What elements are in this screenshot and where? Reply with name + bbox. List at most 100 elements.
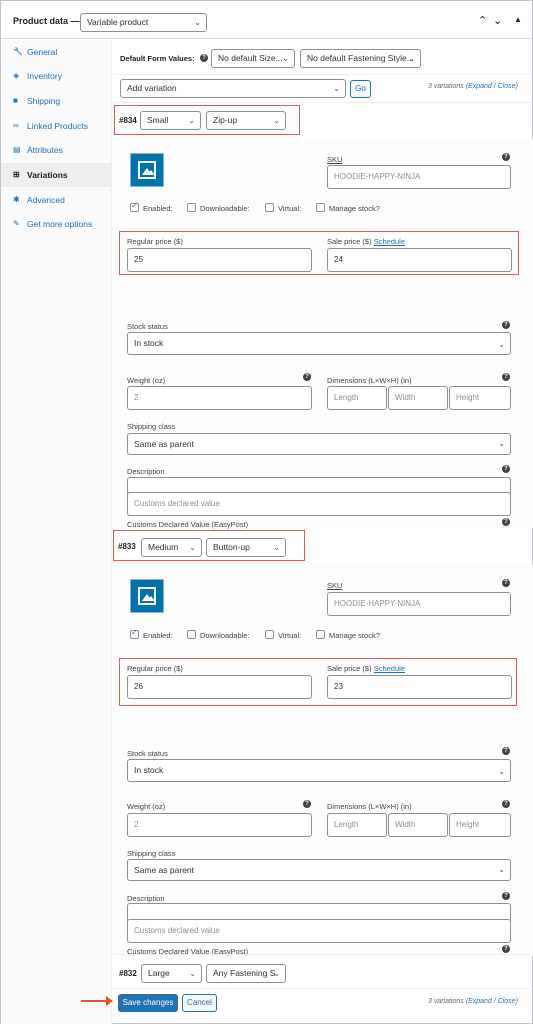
sidebar-item-label: Attributes xyxy=(27,145,63,155)
expand-link[interactable]: Expand xyxy=(468,83,492,90)
shipping-class-label: Shipping class xyxy=(127,849,176,858)
width-input[interactable]: Width xyxy=(388,386,448,410)
save-changes-button[interactable]: Save changes xyxy=(118,994,178,1012)
plugin-icon: ✎ xyxy=(13,219,20,228)
chevron-down-icon: ⌄ xyxy=(408,54,415,63)
chevron-down-icon: ⌄ xyxy=(273,543,280,552)
list-icon: ▤ xyxy=(13,145,21,154)
close-link[interactable]: Close xyxy=(498,83,516,90)
weight-input[interactable]: 2 xyxy=(127,813,312,837)
stock-status-label: Stock status xyxy=(127,322,168,331)
regular-price-input[interactable]: 26 xyxy=(127,675,312,699)
sidebar-item-shipping[interactable]: ■ Shipping xyxy=(1,89,112,113)
go-button[interactable]: Go xyxy=(350,80,371,98)
regular-price-label: Regular price ($) xyxy=(127,664,183,673)
variation-size-select[interactable]: Small ⌄ xyxy=(140,111,201,130)
enabled-checkbox[interactable] xyxy=(130,628,139,639)
variation-size-select[interactable]: Large ⌄ xyxy=(141,964,202,983)
sku-input[interactable]: HOODIE-HAPPY-NINJA xyxy=(327,165,511,189)
sale-price-label: Sale price ($) Schedule xyxy=(327,237,405,246)
enabled-label: Enabled: xyxy=(143,631,173,640)
variation-style-select[interactable]: Zip-up ⌄ xyxy=(206,111,286,130)
shipping-class-value: Same as parent xyxy=(134,439,195,449)
variation-style-value: Button-up xyxy=(213,542,250,552)
chevron-down-icon: ⌄ xyxy=(273,116,280,125)
chevron-up-icon[interactable]: ⌃ xyxy=(478,14,487,27)
virtual-checkbox[interactable] xyxy=(265,630,274,639)
sale-price-input[interactable]: 23 xyxy=(327,675,512,699)
arrow-right-icon xyxy=(81,996,113,1006)
manage-stock-checkbox[interactable] xyxy=(316,203,325,212)
schedule-link[interactable]: Schedule xyxy=(374,237,405,246)
stock-status-value: In stock xyxy=(134,765,164,775)
sidebar-item-inventory[interactable]: ◈ Inventory xyxy=(1,64,112,88)
sidebar-item-label: Advanced xyxy=(27,195,65,205)
downloadable-checkbox[interactable] xyxy=(187,630,196,639)
chevron-down-icon: ⌄ xyxy=(333,84,340,93)
stock-status-select[interactable]: In stock ⌄ xyxy=(127,759,511,782)
product-type-select[interactable]: Variable product ⌄ xyxy=(80,13,207,32)
chevron-down-icon[interactable]: ⌄ xyxy=(493,14,502,27)
variation-image-icon[interactable] xyxy=(130,579,164,613)
chevron-down-icon: ⌄ xyxy=(282,54,289,63)
shipping-class-select[interactable]: Same as parent ⌄ xyxy=(127,859,511,881)
sidebar-item-label: Linked Products xyxy=(27,121,88,131)
sidebar-item-advanced[interactable]: ✱ Advanced xyxy=(1,188,112,212)
add-variation-select[interactable]: Add variation ⌄ xyxy=(120,79,346,98)
variation-image-icon[interactable] xyxy=(130,153,164,187)
variation-style-select[interactable]: Button-up ⌄ xyxy=(206,538,286,557)
schedule-link[interactable]: Schedule xyxy=(374,664,405,673)
grid-icon: ⊞ xyxy=(13,170,20,179)
close-link[interactable]: Close xyxy=(498,998,516,1005)
default-fastening-select[interactable]: No default Fastening Style... ⌄ xyxy=(300,49,421,68)
image-frame xyxy=(138,587,156,605)
sidebar-item-label: Variations xyxy=(27,170,68,180)
description-label: Description xyxy=(127,467,165,476)
product-data-panel: Product data — Variable product ⌄ ⌃ ⌄ ▲ … xyxy=(0,0,533,1024)
height-input[interactable]: Height xyxy=(449,813,511,837)
variation-style-value: Zip-up xyxy=(213,115,238,125)
stock-status-select[interactable]: In stock ⌄ xyxy=(127,332,511,355)
count-end: ) xyxy=(515,998,518,1005)
sidebar-item-variations[interactable]: ⊞ Variations xyxy=(1,163,112,187)
variation-style-select[interactable]: Any Fastening S ⌄ xyxy=(206,964,286,983)
length-input[interactable]: Length xyxy=(327,386,387,410)
default-size-select[interactable]: No default Size... ⌄ xyxy=(211,49,295,68)
sale-price-input[interactable]: 24 xyxy=(327,248,512,272)
sidebar-item-get-more-options[interactable]: ✎ Get more options xyxy=(1,212,112,236)
sku-input[interactable]: HOODIE-HAPPY-NINJA xyxy=(327,592,511,616)
help-icon: ? xyxy=(502,465,510,473)
variations-count: 3 variations (Expand / Close) xyxy=(428,998,518,1005)
weight-label: Weight (oz) xyxy=(127,802,166,811)
variation-size-value: Large xyxy=(148,968,170,978)
variation-size-select[interactable]: Medium ⌄ xyxy=(141,538,202,557)
shipping-class-select[interactable]: Same as parent ⌄ xyxy=(127,433,511,455)
help-icon: ? xyxy=(502,747,510,755)
sidebar-item-linked-products[interactable]: ∞ Linked Products xyxy=(1,114,112,138)
weight-input[interactable]: 2 xyxy=(127,386,312,410)
downloadable-checkbox[interactable] xyxy=(187,203,196,212)
expand-link[interactable]: Expand xyxy=(468,998,492,1005)
width-input[interactable]: Width xyxy=(388,813,448,837)
variation-id: #834 xyxy=(119,116,137,125)
length-input[interactable]: Length xyxy=(327,813,387,837)
height-input[interactable]: Height xyxy=(449,386,511,410)
cancel-button[interactable]: Cancel xyxy=(182,994,217,1012)
divider xyxy=(113,988,533,989)
chevron-down-icon: ⌄ xyxy=(273,969,280,978)
caret-toggle-icon[interactable]: ▲ xyxy=(514,15,522,24)
variation-size-value: Small xyxy=(147,115,169,125)
regular-price-input[interactable]: 25 xyxy=(127,248,312,272)
chevron-down-icon: ⌄ xyxy=(498,767,505,776)
count-text: 3 variations ( xyxy=(428,83,469,90)
customs-input[interactable]: Customs declared value xyxy=(127,492,511,516)
virtual-checkbox[interactable] xyxy=(265,203,274,212)
sidebar-item-attributes[interactable]: ▤ Attributes xyxy=(1,138,112,162)
weight-label: Weight (oz) xyxy=(127,376,166,385)
panel-title: Product data — xyxy=(13,16,80,26)
customs-input[interactable]: Customs declared value xyxy=(127,919,511,943)
manage-stock-checkbox[interactable] xyxy=(316,630,325,639)
enabled-checkbox[interactable] xyxy=(130,201,139,212)
sidebar-item-general[interactable]: 🔧 General xyxy=(1,40,112,64)
sale-price-label-text: Sale price ($) xyxy=(327,664,372,673)
